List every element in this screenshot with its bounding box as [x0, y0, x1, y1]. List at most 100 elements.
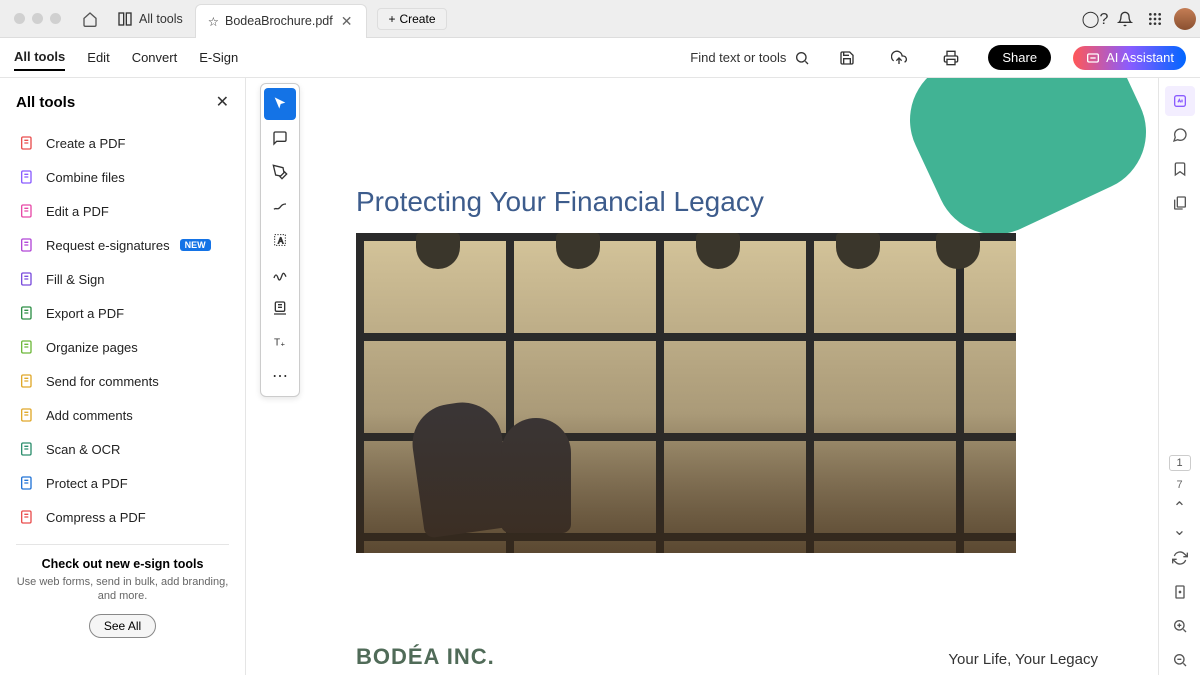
text-tool-icon[interactable]: A [264, 224, 296, 256]
sidebar-item-add-comments[interactable]: Add comments [16, 398, 229, 432]
page-current[interactable]: 1 [1169, 455, 1191, 471]
tool-icon [18, 508, 36, 526]
close-icon[interactable]: ✕ [339, 13, 355, 30]
sidebar-item-scan-ocr[interactable]: Scan & OCR [16, 432, 229, 466]
apps-icon[interactable] [1140, 4, 1170, 34]
sidebar-item-label: Create a PDF [46, 136, 125, 151]
svg-text:T: T [274, 337, 280, 348]
comment-panel-icon[interactable] [1165, 120, 1195, 150]
sidebar-item-export-a-pdf[interactable]: Export a PDF [16, 296, 229, 330]
hero-photo [356, 233, 1016, 553]
bookmark-panel-icon[interactable] [1165, 154, 1195, 184]
sidebar-item-combine-files[interactable]: Combine files [16, 160, 229, 194]
stamp-tool-icon[interactable] [264, 292, 296, 324]
grid-icon [117, 11, 133, 27]
star-icon: ☆ [208, 14, 219, 29]
sidebar-item-request-e-signatures[interactable]: Request e-signaturesNEW [16, 228, 229, 262]
tab-all-tools[interactable]: All tools [105, 5, 195, 33]
fit-page-icon[interactable] [1165, 577, 1195, 607]
tab-file-label: BodeaBrochure.pdf [225, 14, 333, 28]
home-icon[interactable] [75, 5, 105, 33]
more-tools-icon[interactable]: ⋯ [264, 360, 296, 392]
sidebar-item-compress-a-pdf[interactable]: Compress a PDF [16, 500, 229, 534]
tool-icon [18, 202, 36, 220]
avatar[interactable] [1170, 4, 1200, 34]
new-badge: NEW [180, 239, 211, 251]
right-panel-bar: 1 7 ⌃ ⌄ [1158, 78, 1200, 675]
tab-file[interactable]: ☆ BodeaBrochure.pdf ✕ [195, 4, 368, 38]
save-icon[interactable] [832, 43, 862, 73]
pages-panel-icon[interactable] [1165, 188, 1195, 218]
promo-panel: Check out new e-sign tools Use web forms… [16, 544, 229, 638]
max-dot[interactable] [50, 13, 61, 24]
ai-label: AI Assistant [1106, 50, 1174, 65]
sidebar-item-label: Add comments [46, 408, 133, 423]
tab-all-tools-label: All tools [139, 12, 183, 26]
menu-esign[interactable]: E-Sign [199, 45, 238, 70]
search-icon [794, 50, 810, 66]
sidebar-item-label: Scan & OCR [46, 442, 120, 457]
svg-text:+: + [281, 340, 285, 349]
close-sidebar-icon[interactable]: ✕ [216, 92, 229, 112]
zoom-out-icon[interactable] [1165, 645, 1195, 675]
close-dot[interactable] [14, 13, 25, 24]
ai-assistant-button[interactable]: AI Assistant [1073, 46, 1186, 70]
sparkle-icon [1085, 50, 1101, 66]
sidebar-item-send-for-comments[interactable]: Send for comments [16, 364, 229, 398]
select-tool-icon[interactable] [264, 88, 296, 120]
sidebar-item-label: Edit a PDF [46, 204, 109, 219]
menu-all-tools[interactable]: All tools [14, 44, 65, 71]
cloud-icon[interactable] [884, 43, 914, 73]
svg-text:A: A [278, 236, 284, 245]
sidebar-item-organize-pages[interactable]: Organize pages [16, 330, 229, 364]
tool-icon [18, 474, 36, 492]
search-label: Find text or tools [690, 50, 786, 65]
sidebar-title: All tools [16, 94, 75, 111]
sign-tool-icon[interactable] [264, 258, 296, 290]
sidebar-item-label: Organize pages [46, 340, 138, 355]
tool-icon [18, 406, 36, 424]
doc-footer: BODÉA INC. Your Life, Your Legacy [356, 644, 1098, 670]
create-button[interactable]: + Create [377, 8, 446, 30]
promo-text: Use web forms, send in bulk, add brandin… [16, 575, 229, 604]
sidebar-item-protect-a-pdf[interactable]: Protect a PDF [16, 466, 229, 500]
page-total: 7 [1176, 479, 1182, 491]
page-down-icon[interactable]: ⌄ [1165, 521, 1195, 539]
draw-tool-icon[interactable] [264, 190, 296, 222]
top-menu: All tools Edit Convert E-Sign Find text … [0, 38, 1200, 78]
sidebar-item-fill-sign[interactable]: Fill & Sign [16, 262, 229, 296]
promo-title: Check out new e-sign tools [16, 557, 229, 571]
sidebar-item-edit-a-pdf[interactable]: Edit a PDF [16, 194, 229, 228]
page-up-icon[interactable]: ⌃ [1165, 499, 1195, 517]
search-area[interactable]: Find text or tools [690, 50, 810, 66]
menu-convert[interactable]: Convert [132, 45, 178, 70]
sidebar-item-label: Fill & Sign [46, 272, 105, 287]
share-button[interactable]: Share [988, 45, 1051, 70]
highlight-tool-icon[interactable] [264, 156, 296, 188]
pdf-page: Protecting Your Financial Legacy BODÉA I… [326, 86, 1138, 665]
tool-icon [18, 270, 36, 288]
min-dot[interactable] [32, 13, 43, 24]
tools-sidebar: All tools ✕ Create a PDF Combine files Edi… [0, 78, 246, 675]
create-label: Create [399, 12, 435, 26]
decorative-shape [890, 78, 1158, 254]
print-icon[interactable] [936, 43, 966, 73]
bell-icon[interactable] [1110, 4, 1140, 34]
floating-toolbar: A T+ ⋯ [260, 83, 300, 397]
main-area: All tools ✕ Create a PDF Combine files Edi… [0, 78, 1200, 675]
see-all-button[interactable]: See All [89, 614, 156, 638]
help-icon[interactable]: ◯? [1080, 4, 1110, 34]
menu-edit[interactable]: Edit [87, 45, 109, 70]
comment-tool-icon[interactable] [264, 122, 296, 154]
ai-panel-icon[interactable] [1165, 86, 1195, 116]
rotate-icon[interactable] [1165, 543, 1195, 573]
zoom-in-icon[interactable] [1165, 611, 1195, 641]
addtext-tool-icon[interactable]: T+ [264, 326, 296, 358]
sidebar-item-create-a-pdf[interactable]: Create a PDF [16, 126, 229, 160]
tool-icon [18, 440, 36, 458]
plus-icon: + [388, 12, 395, 26]
document-canvas[interactable]: A T+ ⋯ Protecting Your Financial Legacy … [246, 78, 1158, 675]
doc-tagline: Your Life, Your Legacy [948, 651, 1098, 668]
tool-icon [18, 168, 36, 186]
sidebar-item-label: Send for comments [46, 374, 159, 389]
